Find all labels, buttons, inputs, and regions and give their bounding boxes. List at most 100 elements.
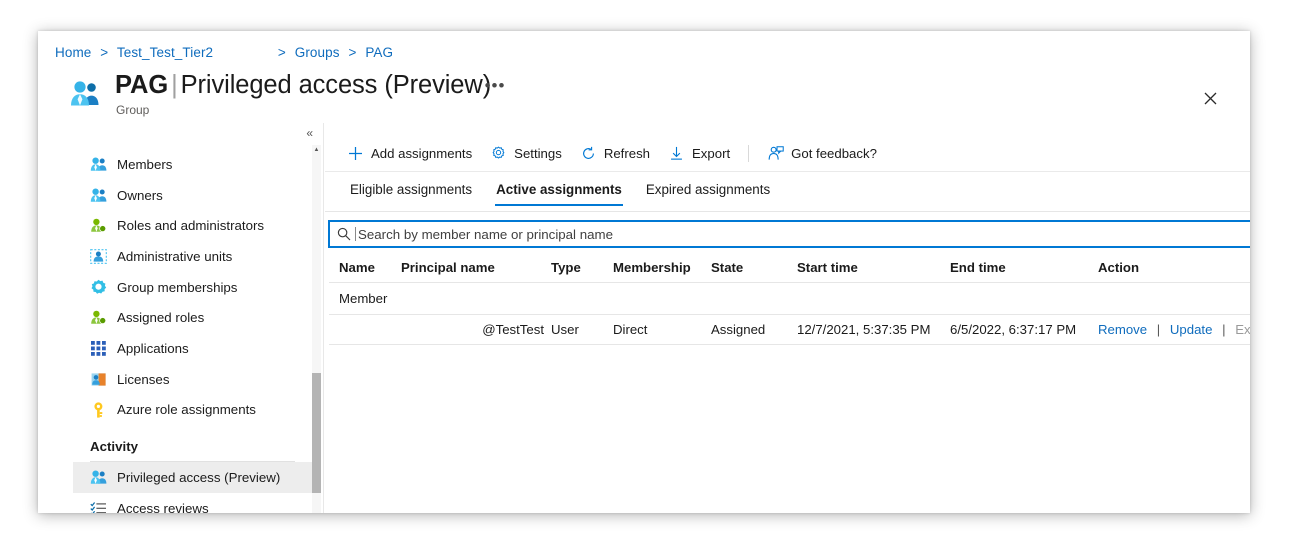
blade-sidebar: « Members: [55, 123, 324, 513]
search-icon: [333, 223, 355, 245]
cell-start-time: 12/7/2021, 5:37:35 PM: [797, 322, 950, 337]
table-group-row: Member: [329, 283, 1250, 315]
cell-actions: Remove | Update | Extend: [1098, 322, 1250, 337]
tab-expired-assignments[interactable]: Expired assignments: [634, 175, 782, 206]
sidebar-item-applications[interactable]: Applications: [73, 333, 313, 364]
cell-membership: Direct: [613, 322, 711, 337]
sidebar-item-label: Applications: [117, 341, 189, 356]
table-row[interactable]: @TestTest User Direct Assigned 12/7/2021…: [329, 315, 1250, 345]
sidebar-nav-list: Members Owners: [73, 149, 313, 513]
sidebar-item-label: Privileged access (Preview): [117, 470, 280, 485]
toolbar-button-label: Settings: [514, 146, 562, 161]
toolbar-button-label: Got feedback?: [791, 146, 877, 161]
refresh-button[interactable]: Refresh: [571, 138, 659, 168]
group-memberships-icon: [90, 279, 107, 296]
admin-units-icon: [90, 248, 107, 265]
roles-admin-icon: [90, 217, 107, 234]
command-toolbar: Add assignments Settings: [325, 137, 886, 169]
gear-icon: [490, 145, 507, 162]
key-icon: [90, 401, 107, 418]
sidebar-item-label: Owners: [117, 188, 163, 203]
export-button[interactable]: Export: [659, 138, 739, 168]
tab-eligible-assignments[interactable]: Eligible assignments: [338, 175, 484, 206]
assignment-tabs: Eligible assignments Active assignments …: [325, 175, 782, 211]
screenshot-root: Home > Test_Test_Tier2 > Groups > PAG P: [0, 0, 1290, 551]
toolbar-separator-rule: [325, 171, 1250, 172]
page-subtitle: Group: [116, 103, 149, 117]
action-separator-2: |: [1216, 322, 1231, 337]
sidebar-item-privileged-access[interactable]: Privileged access (Preview): [73, 462, 313, 493]
column-header-start-time[interactable]: Start time: [797, 260, 950, 275]
add-assignments-button[interactable]: Add assignments: [338, 138, 481, 168]
search-input[interactable]: Search by member name or principal name: [329, 221, 1250, 247]
breadcrumb: Home > Test_Test_Tier2 > Groups > PAG: [55, 45, 393, 60]
more-options-button[interactable]: •••: [481, 80, 509, 104]
breadcrumb-item-tenant[interactable]: Test_Test_Tier2: [117, 45, 213, 60]
page-title-name: PAG: [115, 71, 168, 99]
column-header-action[interactable]: Action: [1098, 260, 1250, 275]
feedback-icon: [767, 145, 784, 162]
plus-icon: [347, 145, 364, 162]
tabs-separator-rule: [325, 211, 1250, 212]
breadcrumb-item-groups[interactable]: Groups: [295, 45, 340, 60]
tab-active-assignments[interactable]: Active assignments: [484, 175, 634, 206]
sidebar-item-label: Access reviews: [117, 501, 209, 513]
breadcrumb-item-home[interactable]: Home: [55, 45, 91, 60]
column-header-type[interactable]: Type: [551, 260, 613, 275]
toolbar-button-label: Add assignments: [371, 146, 472, 161]
toolbar-button-label: Refresh: [604, 146, 650, 161]
download-icon: [668, 145, 685, 162]
privileged-access-icon: [90, 469, 107, 486]
column-header-end-time[interactable]: End time: [950, 260, 1098, 275]
column-header-name[interactable]: Name: [329, 260, 401, 275]
applications-icon: [90, 340, 107, 357]
action-separator: |: [1151, 322, 1166, 337]
sidebar-item-azure-role-assignments[interactable]: Azure role assignments: [73, 395, 313, 426]
sidebar-item-owners[interactable]: Owners: [73, 180, 313, 211]
update-assignment-link[interactable]: Update: [1170, 322, 1213, 337]
close-icon: [1204, 92, 1217, 105]
sidebar-item-members[interactable]: Members: [73, 149, 313, 180]
column-header-state[interactable]: State: [711, 260, 797, 275]
azure-portal-blade: Home > Test_Test_Tier2 > Groups > PAG P: [38, 31, 1250, 513]
cell-state: Assigned: [711, 322, 797, 337]
group-users-icon: [69, 80, 101, 108]
sidebar-item-label: Roles and administrators: [117, 218, 264, 233]
refresh-icon: [580, 145, 597, 162]
members-icon: [90, 156, 107, 173]
sidebar-group-activity: Activity: [73, 431, 313, 461]
extend-assignment-link: Extend: [1235, 322, 1250, 337]
sidebar-item-access-reviews[interactable]: Access reviews: [73, 493, 313, 513]
licenses-icon: [90, 371, 107, 388]
cell-principal-name: @TestTest: [329, 322, 551, 337]
remove-assignment-link[interactable]: Remove: [1098, 322, 1147, 337]
sidebar-scrollbar-thumb[interactable]: [312, 373, 321, 493]
breadcrumb-item-pag[interactable]: PAG: [365, 45, 393, 60]
sidebar-item-assigned-roles[interactable]: Assigned roles: [73, 302, 313, 333]
close-blade-button[interactable]: [1195, 83, 1225, 113]
collapse-sidebar-button[interactable]: «: [306, 127, 313, 139]
page-title: PAG|Privileged access (Preview): [115, 71, 491, 100]
blade-title-bar: PAG|Privileged access (Preview) ••• Grou…: [55, 67, 1233, 123]
sidebar-item-label: Members: [117, 157, 172, 172]
sidebar-item-administrative-units[interactable]: Administrative units: [73, 241, 313, 272]
breadcrumb-separator-3: >: [343, 45, 361, 60]
sidebar-item-label: Assigned roles: [117, 310, 204, 325]
sidebar-scroll-up-button[interactable]: ▲: [312, 145, 321, 155]
blade-content: Add assignments Settings: [325, 123, 1250, 513]
page-title-section: Privileged access (Preview): [181, 71, 492, 99]
sidebar-item-label: Licenses: [117, 372, 169, 387]
breadcrumb-separator-2: >: [273, 45, 291, 60]
column-header-principal-name[interactable]: Principal name: [401, 260, 551, 275]
sidebar-item-roles-and-administrators[interactable]: Roles and administrators: [73, 210, 313, 241]
sidebar-item-label: Administrative units: [117, 249, 232, 264]
column-header-membership[interactable]: Membership: [613, 260, 711, 275]
sidebar-item-group-memberships[interactable]: Group memberships: [73, 272, 313, 303]
sidebar-item-licenses[interactable]: Licenses: [73, 364, 313, 395]
cell-type: User: [551, 322, 613, 337]
sidebar-left-rail: [55, 123, 73, 513]
got-feedback-button[interactable]: Got feedback?: [758, 138, 886, 168]
sidebar-item-label: Group memberships: [117, 280, 237, 295]
toolbar-button-label: Export: [692, 146, 730, 161]
settings-button[interactable]: Settings: [481, 138, 571, 168]
